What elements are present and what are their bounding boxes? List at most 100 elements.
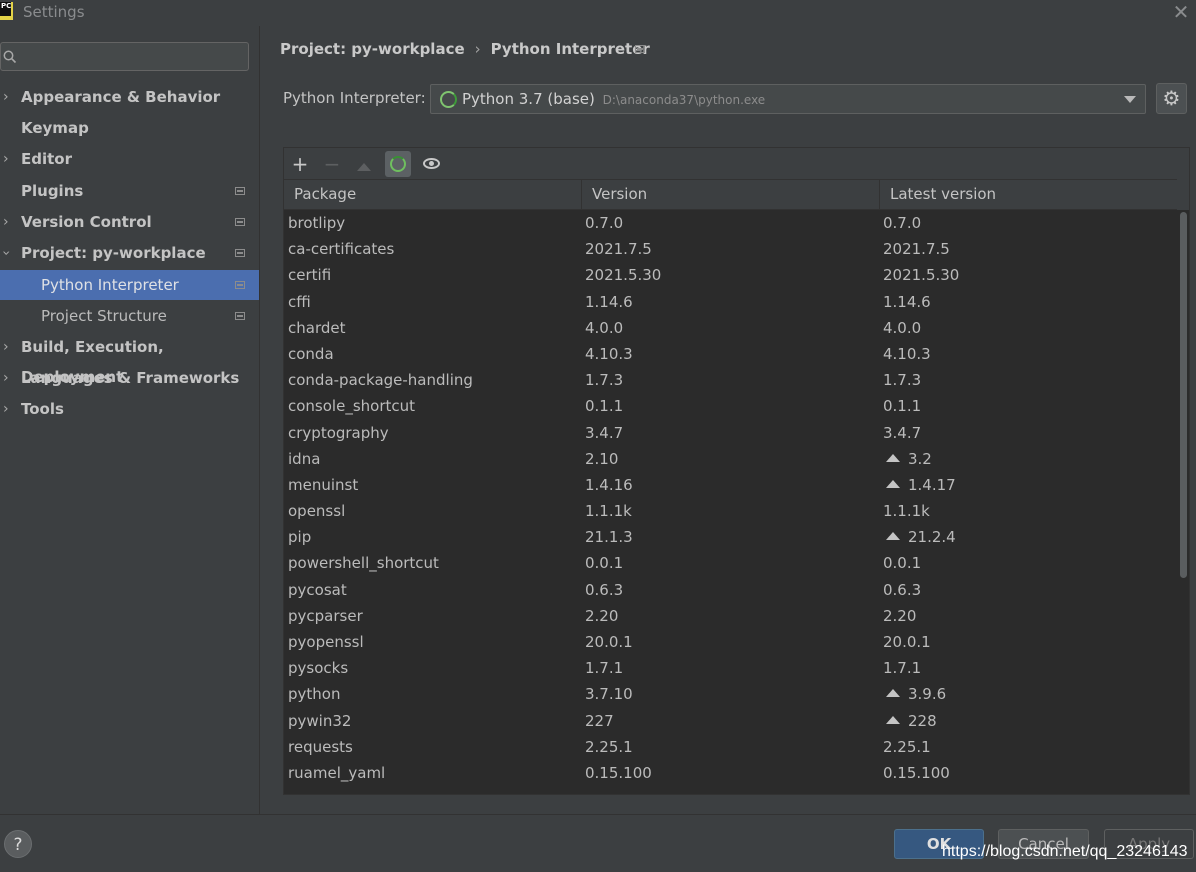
table-row[interactable]: ruamel_yaml 0.15.100 0.15.100 <box>284 760 1177 786</box>
table-row[interactable]: brotlipy 0.7.0 0.7.0 <box>284 210 1177 236</box>
latest-version-cell: 3.2 <box>883 446 932 472</box>
latest-version-value: 20.0.1 <box>883 633 931 651</box>
remove-package-button[interactable]: − <box>319 151 345 177</box>
latest-version-value: 0.15.100 <box>883 763 950 782</box>
sidebar-item-label: Languages & Frameworks <box>21 369 240 387</box>
sidebar-item-label: Appearance & Behavior <box>21 88 221 106</box>
breadcrumb: Project: py-workplace › Python Interpreter <box>280 40 650 58</box>
scrollbar-thumb[interactable] <box>1180 212 1187 578</box>
add-package-button[interactable]: + <box>287 151 313 177</box>
latest-version-cell: 2.25.1 <box>883 734 931 760</box>
package-version-cell: 0.6.3 <box>585 580 624 599</box>
latest-version-cell: 2.20 <box>883 603 916 629</box>
interpreter-settings-button[interactable]: ⚙ <box>1156 83 1187 114</box>
table-row[interactable]: pycosat 0.6.3 0.6.3 <box>284 577 1177 603</box>
sidebar-item-project-structure[interactable]: Project Structure <box>0 301 259 331</box>
sidebar-divider <box>259 26 260 814</box>
sidebar-item-editor[interactable]: › Editor <box>0 144 259 174</box>
package-version-cell: 0.0.1 <box>585 554 624 573</box>
upgrade-available-icon <box>886 715 900 724</box>
show-early-releases-button[interactable] <box>418 151 444 177</box>
interpreter-dropdown[interactable]: Python 3.7 (base) D:\anaconda37\python.e… <box>430 84 1146 114</box>
table-row[interactable]: requests 2.25.1 2.25.1 <box>284 734 1177 760</box>
breadcrumb-separator: › <box>474 40 481 58</box>
latest-version-cell: 3.9.6 <box>883 681 946 707</box>
table-row[interactable]: chardet 4.0.0 4.0.0 <box>284 315 1177 341</box>
upgrade-package-button[interactable] <box>351 151 377 177</box>
table-row[interactable]: powershell_shortcut 0.0.1 0.0.1 <box>284 550 1177 576</box>
latest-version-cell: 21.2.4 <box>883 524 956 550</box>
table-row[interactable]: ca-certificates 2021.7.5 2021.7.5 <box>284 236 1177 262</box>
latest-version-value: 1.14.6 <box>883 292 931 311</box>
packages-scrollbar[interactable] <box>1177 210 1189 794</box>
sidebar-item-tools[interactable]: › Tools <box>0 394 259 424</box>
package-version-cell: 4.10.3 <box>585 344 633 363</box>
sidebar-item-project[interactable]: › Project: py-workplace <box>0 238 259 268</box>
table-row[interactable]: idna 2.10 3.2 <box>284 446 1177 472</box>
column-header-package[interactable]: Package <box>284 180 581 209</box>
sidebar-item-label: Project Structure <box>41 307 167 325</box>
table-row[interactable]: conda 4.10.3 4.10.3 <box>284 341 1177 367</box>
latest-version-cell: 0.6.3 <box>883 577 921 603</box>
latest-version-cell: 0.7.0 <box>883 210 921 236</box>
package-name-cell: pycosat <box>288 580 347 599</box>
sidebar-item-appearance-behavior[interactable]: › Appearance & Behavior <box>0 82 259 112</box>
window-title: Settings <box>23 3 85 21</box>
package-name-cell: pywin32 <box>288 711 352 730</box>
sidebar-item-python-interpreter[interactable]: Python Interpreter <box>0 270 259 300</box>
table-row[interactable]: pyopenssl 20.0.1 20.0.1 <box>284 629 1177 655</box>
interpreter-label: Python Interpreter: <box>283 89 426 107</box>
latest-version-cell: 0.0.1 <box>883 550 921 576</box>
breadcrumb-project[interactable]: Project: py-workplace <box>280 40 465 58</box>
table-row[interactable]: menuinst 1.4.16 1.4.17 <box>284 472 1177 498</box>
table-row[interactable]: conda-package-handling 1.7.3 1.7.3 <box>284 367 1177 393</box>
latest-version-cell: 2021.7.5 <box>883 236 950 262</box>
latest-version-value: 4.0.0 <box>883 318 922 337</box>
sidebar-item-languages-frameworks[interactable]: › Languages & Frameworks <box>0 363 259 393</box>
interpreter-path: D:\anaconda37\python.exe <box>602 93 766 107</box>
packages-table-body[interactable]: brotlipy 0.7.0 0.7.0 ca-certificates 2021.7.… <box>284 210 1177 794</box>
table-row[interactable]: pysocks 1.7.1 1.7.1 <box>284 655 1177 681</box>
search-input[interactable] <box>0 42 249 71</box>
package-version-cell: 2.25.1 <box>585 737 633 756</box>
table-row[interactable]: pycparser 2.20 2.20 <box>284 603 1177 629</box>
latest-version-cell: 4.0.0 <box>883 315 921 341</box>
chevron-down-icon[interactable] <box>1124 96 1136 103</box>
table-row[interactable]: cffi 1.14.6 1.14.6 <box>284 289 1177 315</box>
packages-panel: + − Package Version Latest version brotl… <box>283 147 1190 795</box>
sidebar-item-keymap[interactable]: Keymap <box>0 113 259 143</box>
package-name-cell: python <box>288 685 341 704</box>
package-version-cell: 1.7.1 <box>585 659 624 678</box>
table-row[interactable]: cryptography 3.4.7 3.4.7 <box>284 420 1177 446</box>
table-row[interactable]: pywin32 227 228 <box>284 708 1177 734</box>
package-version-cell: 2.20 <box>585 606 619 625</box>
footer-divider <box>0 814 1196 815</box>
table-row[interactable]: console_shortcut 0.1.1 0.1.1 <box>284 393 1177 419</box>
table-row[interactable]: pip 21.1.3 21.2.4 <box>284 524 1177 550</box>
sidebar-item-label: Keymap <box>21 119 89 137</box>
column-header-latest-version[interactable]: Latest version <box>879 180 1177 209</box>
sidebar-item-plugins[interactable]: Plugins <box>0 176 259 206</box>
help-button[interactable]: ? <box>4 830 32 858</box>
sidebar-item-label: Project: py-workplace <box>21 244 206 262</box>
close-icon[interactable]: ✕ <box>1170 2 1192 24</box>
sidebar-item-build-execution-deployment[interactable]: › Build, Execution, Deployment <box>0 332 259 386</box>
package-version-cell: 1.1.1k <box>585 502 632 521</box>
package-version-cell: 0.7.0 <box>585 214 624 232</box>
package-version-cell: 21.1.3 <box>585 528 633 547</box>
table-row[interactable]: certifi 2021.5.30 2021.5.30 <box>284 262 1177 288</box>
project-scope-icon <box>235 312 245 320</box>
latest-version-cell: 4.10.3 <box>883 341 931 367</box>
package-name-cell: requests <box>288 737 353 756</box>
table-row[interactable]: python 3.7.10 3.9.6 <box>284 681 1177 707</box>
gear-icon: ⚙ <box>1162 86 1181 110</box>
package-version-cell: 2021.7.5 <box>585 240 652 259</box>
use-conda-button[interactable] <box>385 151 411 177</box>
table-row[interactable]: openssl 1.1.1k 1.1.1k <box>284 498 1177 524</box>
package-name-cell: conda <box>288 344 334 363</box>
column-header-version[interactable]: Version <box>581 180 879 209</box>
latest-version-cell: 1.4.17 <box>883 472 956 498</box>
package-name-cell: conda-package-handling <box>288 371 473 390</box>
sidebar-item-version-control[interactable]: › Version Control <box>0 207 259 237</box>
latest-version-cell: 20.0.1 <box>883 629 931 655</box>
